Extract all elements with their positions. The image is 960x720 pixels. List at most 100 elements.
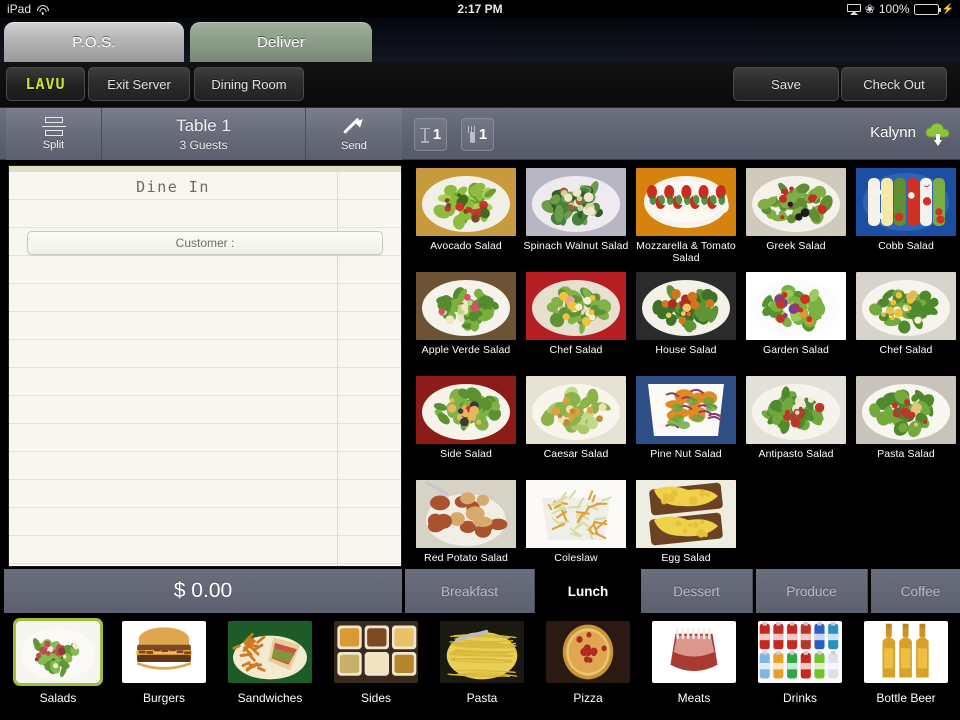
category-sandwiches[interactable]: Sandwiches: [222, 613, 318, 705]
cat-salads-image: [16, 621, 100, 683]
category-label: Burgers: [142, 691, 186, 705]
category-pasta[interactable]: Pasta: [434, 613, 530, 705]
guests-count-button[interactable]: 1: [461, 118, 494, 151]
category-pizza[interactable]: Pizza: [540, 613, 636, 705]
save-button[interactable]: Save: [733, 67, 839, 101]
total-and-meal-bar: $ 0.00 Breakfast Lunch Dessert Produce Coffe…: [0, 569, 960, 613]
menu-item-label: Red Potato Salad: [424, 552, 508, 564]
tables-count-button[interactable]: 1: [414, 118, 447, 151]
order-total-amount: $ 0.00: [173, 579, 233, 602]
menu-item-button[interactable]: House Salad: [632, 267, 740, 371]
category-salads[interactable]: Salads: [10, 613, 106, 705]
salad-cobb-image: [856, 168, 956, 236]
lavu-logo-text: LAVU: [25, 75, 66, 93]
menu-grid-row: Side Salad Caesar Salad Pine Nut Salad Anti…: [410, 371, 960, 475]
menu-item-button[interactable]: Avocado Salad: [412, 163, 520, 267]
mode-tab-bar: P.O.S. Deliver: [0, 18, 960, 62]
meal-tab-label: Produce: [786, 583, 837, 599]
cat-pizza-image: [546, 621, 630, 683]
send-button[interactable]: Send: [306, 108, 402, 160]
split-button[interactable]: Split: [6, 108, 102, 160]
category-label: Salads: [39, 691, 77, 705]
category-label: Sides: [360, 691, 392, 705]
category-label: Meats: [677, 691, 711, 705]
menu-item-button[interactable]: Apple Verde Salad: [412, 267, 520, 371]
meal-tab-coffee[interactable]: Coffee: [871, 569, 960, 613]
menu-item-button[interactable]: Garden Salad: [742, 267, 850, 371]
salad-side-image: [416, 376, 516, 444]
dining-room-button[interactable]: Dining Room: [194, 67, 304, 101]
cat-sandwiches-image: [228, 621, 312, 683]
check-out-button[interactable]: Check Out: [841, 67, 947, 101]
exit-server-button[interactable]: Exit Server: [88, 67, 190, 101]
menu-item-button[interactable]: Antipasto Salad: [742, 371, 850, 475]
category-sides[interactable]: Sides: [328, 613, 424, 705]
menu-item-button[interactable]: Spinach Walnut Salad: [522, 163, 630, 267]
menu-item-label: Side Salad: [440, 448, 492, 460]
meal-tab-produce[interactable]: Produce: [756, 569, 868, 613]
category-bottle-beer[interactable]: Bottle Beer: [858, 613, 954, 705]
salad-pasta-image: [856, 376, 956, 444]
split-icon: [41, 117, 66, 136]
tab-pos[interactable]: P.O.S.: [4, 22, 184, 62]
category-burgers[interactable]: Burgers: [116, 613, 212, 705]
meal-tab-dessert[interactable]: Dessert: [641, 569, 753, 613]
order-total[interactable]: $ 0.00: [4, 569, 402, 613]
menu-item-button[interactable]: Egg Salad: [632, 475, 740, 567]
category-bar: Salads Burgers Sandwiches Sides Pasta Pizza Me…: [0, 613, 960, 720]
ticket-line-row: [9, 536, 401, 564]
meal-tab-label: Coffee: [900, 583, 941, 599]
send-arrow-icon: [343, 115, 366, 137]
menu-item-button[interactable]: Mozzarella & Tomato Salad: [632, 163, 740, 267]
category-label: Drinks: [782, 691, 817, 705]
lavu-logo-button[interactable]: LAVU: [6, 67, 85, 101]
order-ticket-panel[interactable]: Dine In Customer :: [8, 165, 402, 567]
menu-item-button[interactable]: Chef Salad: [852, 267, 960, 371]
menu-item-label: Garden Salad: [763, 344, 829, 356]
table-name: Table 1: [176, 116, 231, 135]
order-toolbar: Split Table 1 3 Guests Send 1 1 Kalynn: [0, 108, 960, 160]
ticket-line-row: [9, 200, 401, 228]
menu-item-button[interactable]: Chef Salad: [522, 267, 630, 371]
menu-item-label: Apple Verde Salad: [421, 344, 511, 356]
send-label: Send: [341, 139, 367, 152]
meal-tab-breakfast[interactable]: Breakfast: [405, 569, 535, 613]
menu-item-button[interactable]: Caesar Salad: [522, 371, 630, 475]
category-drinks[interactable]: Drinks: [752, 613, 848, 705]
salad-redpotato-image: [416, 480, 516, 548]
meal-tab-lunch[interactable]: Lunch: [538, 569, 638, 613]
menu-item-button[interactable]: Cobb Salad: [852, 163, 960, 267]
customer-field[interactable]: Customer :: [27, 231, 383, 255]
menu-item-button[interactable]: Greek Salad: [742, 163, 850, 267]
cloud-download-icon[interactable]: [924, 121, 952, 147]
menu-item-button[interactable]: Pine Nut Salad: [632, 371, 740, 475]
menu-item-label: Chef Salad: [549, 344, 603, 356]
table-info-button[interactable]: Table 1 3 Guests: [102, 108, 306, 160]
meal-tab-label: Lunch: [567, 583, 609, 599]
category-label: Pasta: [466, 691, 498, 705]
ticket-line-row: [9, 340, 401, 368]
tab-deliver[interactable]: Deliver: [190, 22, 372, 62]
table-icon: [419, 127, 431, 143]
menu-item-grid: Avocado Salad Spinach Walnut Salad Mozzare…: [410, 163, 960, 567]
coleslaw-image: [526, 480, 626, 548]
menu-item-empty: [852, 475, 960, 567]
ticket-line-row: [9, 508, 401, 536]
salad-garden-image: [746, 272, 846, 340]
menu-item-label: Pine Nut Salad: [650, 448, 722, 460]
nav-bar: LAVU Exit Server Dining Room Save Check …: [0, 62, 960, 108]
menu-item-button[interactable]: Side Salad: [412, 371, 520, 475]
menu-item-button[interactable]: Pasta Salad: [852, 371, 960, 475]
meal-tab-label: Dessert: [673, 583, 720, 599]
menu-item-button[interactable]: Red Potato Salad: [412, 475, 520, 567]
tables-count-value: 1: [432, 126, 442, 143]
customer-field-label: Customer :: [175, 236, 235, 250]
dining-room-label: Dining Room: [211, 76, 287, 92]
ticket-line-row: [9, 256, 401, 284]
category-meats[interactable]: Meats: [646, 613, 742, 705]
egg-salad-image: [636, 480, 736, 548]
menu-item-label: Avocado Salad: [430, 240, 502, 252]
menu-item-label: Chef Salad: [879, 344, 933, 356]
menu-item-label: Antipasto Salad: [758, 448, 834, 460]
menu-item-button[interactable]: Coleslaw: [522, 475, 630, 567]
